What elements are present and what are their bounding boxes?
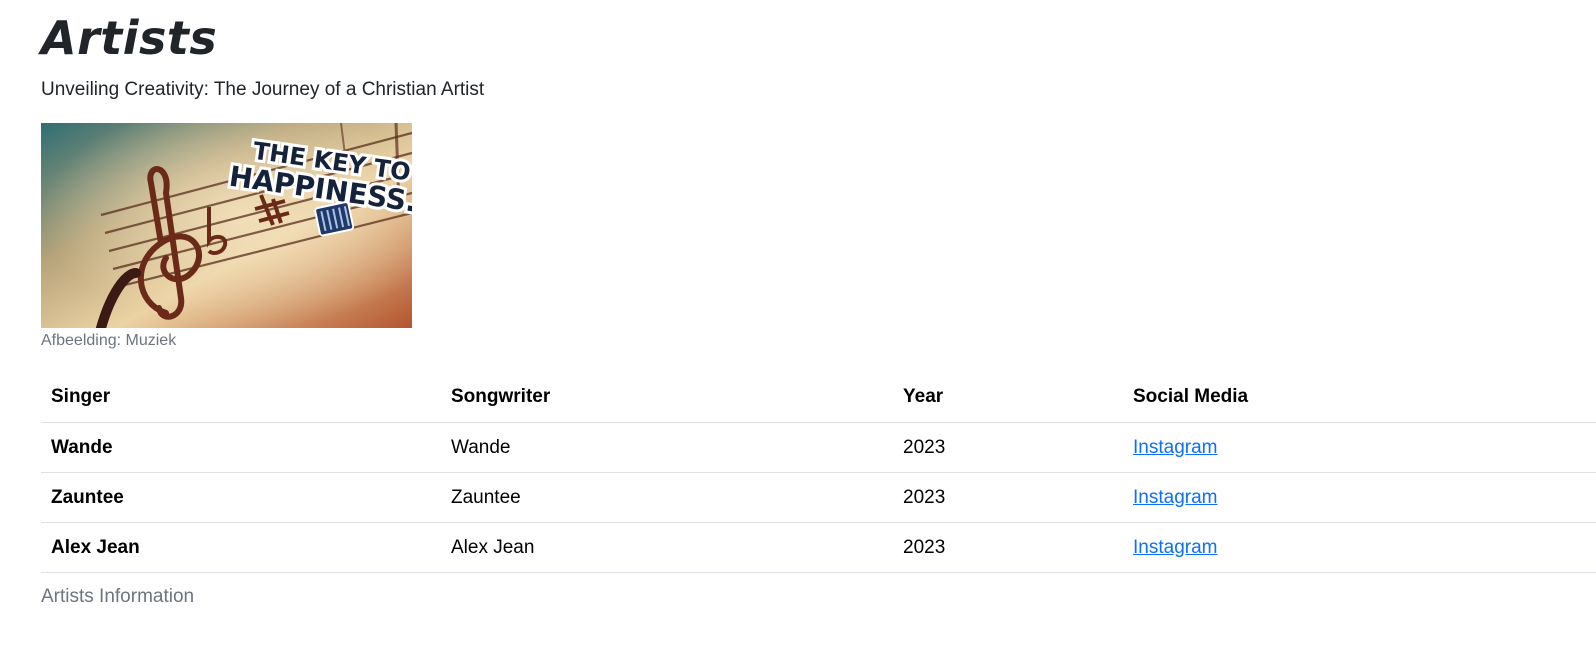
year-cell: 2023 [893, 472, 1123, 523]
table-caption: Artists Information [41, 586, 195, 607]
header-songwriter: Songwriter [441, 372, 893, 423]
instagram-link[interactable]: Instagram [1133, 487, 1217, 508]
table-row: Alex Jean Alex Jean 2023 Instagram [41, 522, 1596, 573]
music-image: THE KEY TO THE KEY TO HAPPINESS. HAPPINE… [41, 123, 412, 328]
social-cell: Instagram [1123, 522, 1596, 573]
social-cell: Instagram [1123, 422, 1596, 473]
header-social-media: Social Media [1123, 372, 1596, 423]
page: Artists Unveiling Creativity: The Journe… [0, 0, 1596, 608]
table-row: Zauntee Zauntee 2023 Instagram [41, 472, 1596, 523]
year-cell: 2023 [893, 522, 1123, 573]
social-cell: Instagram [1123, 472, 1596, 523]
year-cell: 2023 [893, 422, 1123, 473]
songwriter-cell: Alex Jean [441, 522, 893, 573]
table-header-row: Singer Songwriter Year Social Media [41, 372, 1596, 423]
instagram-link[interactable]: Instagram [1133, 437, 1217, 458]
songwriter-cell: Zauntee [441, 472, 893, 523]
figure: THE KEY TO THE KEY TO HAPPINESS. HAPPINE… [41, 123, 1555, 350]
image-caption: Afbeelding: Muziek [41, 332, 177, 349]
artists-table: Singer Songwriter Year Social Media Wand… [41, 372, 1596, 573]
header-singer: Singer [41, 372, 441, 423]
page-title: Artists [41, 11, 218, 65]
singer-cell: Alex Jean [41, 522, 441, 573]
page-subtitle: Unveiling Creativity: The Journey of a C… [41, 79, 485, 100]
instagram-link[interactable]: Instagram [1133, 537, 1217, 558]
songwriter-cell: Wande [441, 422, 893, 473]
accordion-icon [314, 201, 355, 237]
header-year: Year [893, 372, 1123, 423]
table-row: Wande Wande 2023 Instagram [41, 422, 1596, 473]
singer-cell: Wande [41, 422, 441, 473]
singer-cell: Zauntee [41, 472, 441, 523]
